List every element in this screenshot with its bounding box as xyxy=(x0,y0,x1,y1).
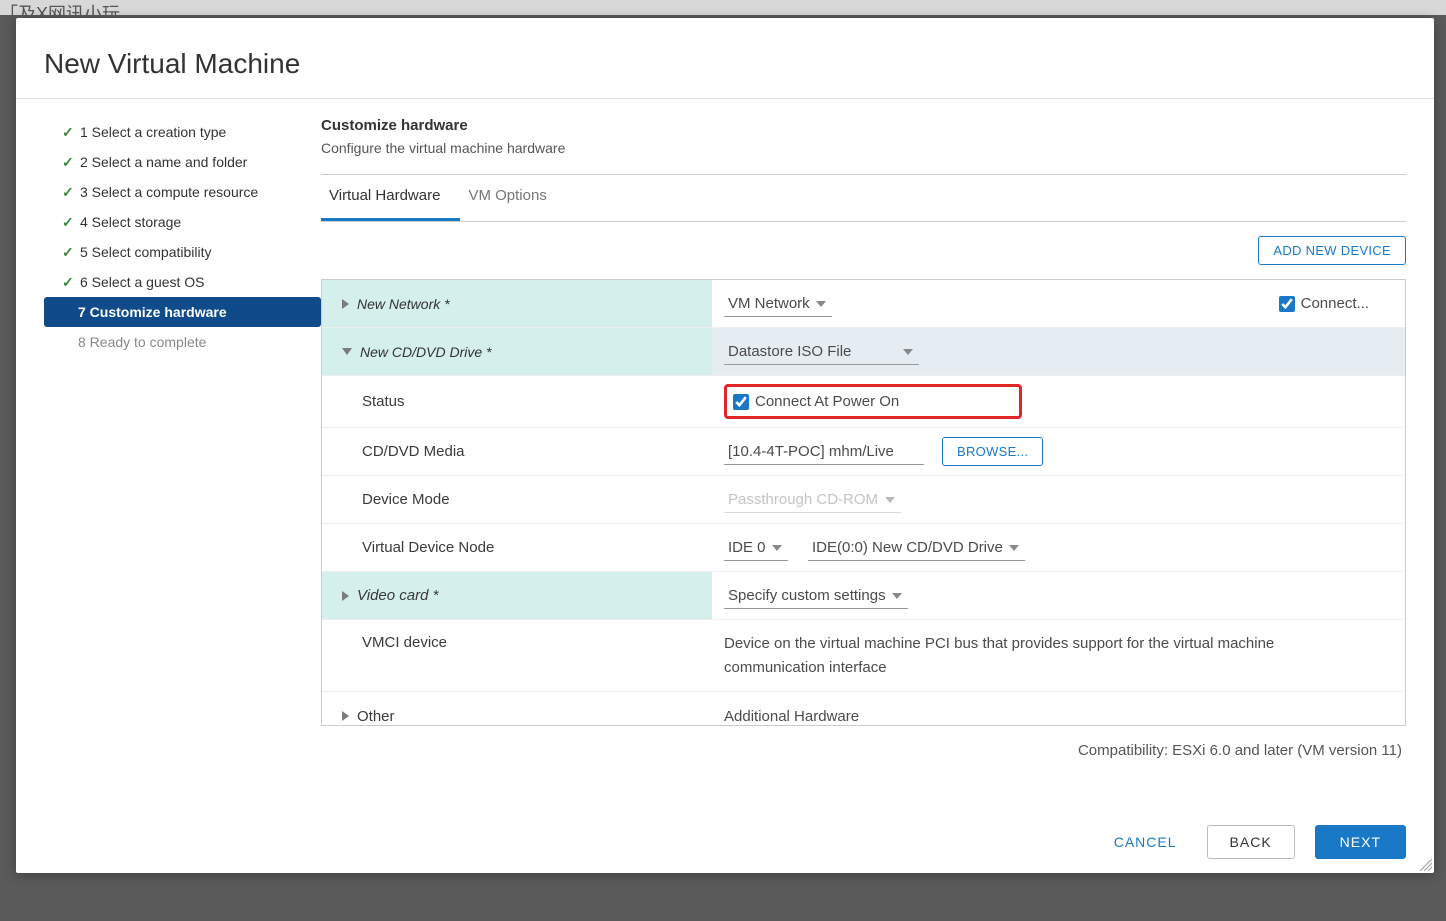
wizard-sidebar: ✓1 Select a creation type ✓2 Select a na… xyxy=(16,117,321,807)
row-virtual-device-node: Virtual Device Node IDE 0 IDE(0:0) New C… xyxy=(322,524,1405,572)
next-button[interactable]: NEXT xyxy=(1315,825,1406,859)
row-video-card: Video card * Specify custom settings xyxy=(322,572,1405,620)
hardware-table: New Network * VM Network Connect... xyxy=(321,279,1406,726)
check-icon: ✓ xyxy=(62,184,76,201)
chevron-right-icon xyxy=(342,299,349,309)
connect-power-on-checkbox[interactable]: Connect At Power On xyxy=(733,393,899,410)
row-label: Device Mode xyxy=(322,476,712,523)
cancel-button[interactable]: CANCEL xyxy=(1104,825,1187,859)
tab-vm-options[interactable]: VM Options xyxy=(460,175,566,221)
tabs: Virtual Hardware VM Options xyxy=(321,175,1406,222)
device-mode-select: Passthrough CD-ROM xyxy=(724,487,901,513)
row-label: VMCI device xyxy=(322,620,712,691)
row-new-network: New Network * VM Network Connect... xyxy=(322,280,1405,328)
row-cd-dvd-media: CD/DVD Media BROWSE... xyxy=(322,428,1405,476)
network-select[interactable]: VM Network xyxy=(724,291,832,317)
dialog-title: New Virtual Machine xyxy=(16,48,1434,99)
vmci-description: Device on the virtual machine PCI bus th… xyxy=(712,620,1405,691)
resize-handle[interactable] xyxy=(1420,859,1432,871)
highlight-box: Connect At Power On xyxy=(724,384,1022,419)
row-label: Status xyxy=(322,376,712,427)
step-creation-type[interactable]: ✓1 Select a creation type xyxy=(44,117,321,147)
section-description: Configure the virtual machine hardware xyxy=(321,134,1406,175)
new-vm-dialog: New Virtual Machine ✓1 Select a creation… xyxy=(16,18,1434,873)
check-icon: ✓ xyxy=(62,244,76,261)
row-status: Status Connect At Power On xyxy=(322,376,1405,428)
row-label[interactable]: New CD/DVD Drive * xyxy=(322,328,712,375)
other-value: Additional Hardware xyxy=(712,692,1405,725)
row-device-mode: Device Mode Passthrough CD-ROM xyxy=(322,476,1405,524)
vdn-slot-select[interactable]: IDE(0:0) New CD/DVD Drive xyxy=(808,535,1025,561)
backdrop-window: 「及X网讯小玩 xyxy=(0,0,1446,15)
browse-button[interactable]: BROWSE... xyxy=(942,437,1043,466)
dialog-actions: CANCEL BACK NEXT xyxy=(16,807,1434,873)
section-heading: Customize hardware xyxy=(321,117,1406,134)
step-name-folder[interactable]: ✓2 Select a name and folder xyxy=(44,147,321,177)
row-label[interactable]: Other xyxy=(322,692,712,725)
row-vmci-device: VMCI device Device on the virtual machin… xyxy=(322,620,1405,692)
cd-drive-type-select[interactable]: Datastore ISO File xyxy=(724,339,919,365)
chevron-right-icon xyxy=(342,711,349,721)
dialog-main: Customize hardware Configure the virtual… xyxy=(321,117,1434,807)
connect-checkbox[interactable]: Connect... xyxy=(1279,295,1369,312)
row-cd-dvd-drive: New CD/DVD Drive * Datastore ISO File xyxy=(322,328,1405,376)
row-label: Virtual Device Node xyxy=(322,524,712,571)
chevron-right-icon xyxy=(342,591,349,601)
media-path-input[interactable] xyxy=(724,439,924,465)
row-label[interactable]: New Network * xyxy=(322,280,712,327)
video-card-select[interactable]: Specify custom settings xyxy=(724,583,908,609)
step-customize-hardware[interactable]: 7 Customize hardware xyxy=(44,297,321,327)
row-label[interactable]: Video card * xyxy=(322,572,712,619)
compatibility-text: Compatibility: ESXi 6.0 and later (VM ve… xyxy=(321,726,1406,759)
check-icon: ✓ xyxy=(62,274,76,291)
backdrop-text: 「及X网讯小玩 xyxy=(0,4,120,15)
step-ready-complete: 8 Ready to complete xyxy=(44,327,321,357)
chevron-down-icon xyxy=(342,348,352,355)
step-storage[interactable]: ✓4 Select storage xyxy=(44,207,321,237)
add-new-device-button[interactable]: ADD NEW DEVICE xyxy=(1258,236,1406,265)
row-label: CD/DVD Media xyxy=(322,428,712,475)
tab-virtual-hardware[interactable]: Virtual Hardware xyxy=(321,175,460,221)
step-compatibility[interactable]: ✓5 Select compatibility xyxy=(44,237,321,267)
step-compute-resource[interactable]: ✓3 Select a compute resource xyxy=(44,177,321,207)
check-icon: ✓ xyxy=(62,214,76,231)
check-icon: ✓ xyxy=(62,124,76,141)
row-other: Other Additional Hardware xyxy=(322,692,1405,725)
step-guest-os[interactable]: ✓6 Select a guest OS xyxy=(44,267,321,297)
check-icon: ✓ xyxy=(62,154,76,171)
hardware-scroll[interactable]: New Network * VM Network Connect... xyxy=(322,280,1405,725)
back-button[interactable]: BACK xyxy=(1207,825,1295,859)
vdn-bus-select[interactable]: IDE 0 xyxy=(724,535,788,561)
